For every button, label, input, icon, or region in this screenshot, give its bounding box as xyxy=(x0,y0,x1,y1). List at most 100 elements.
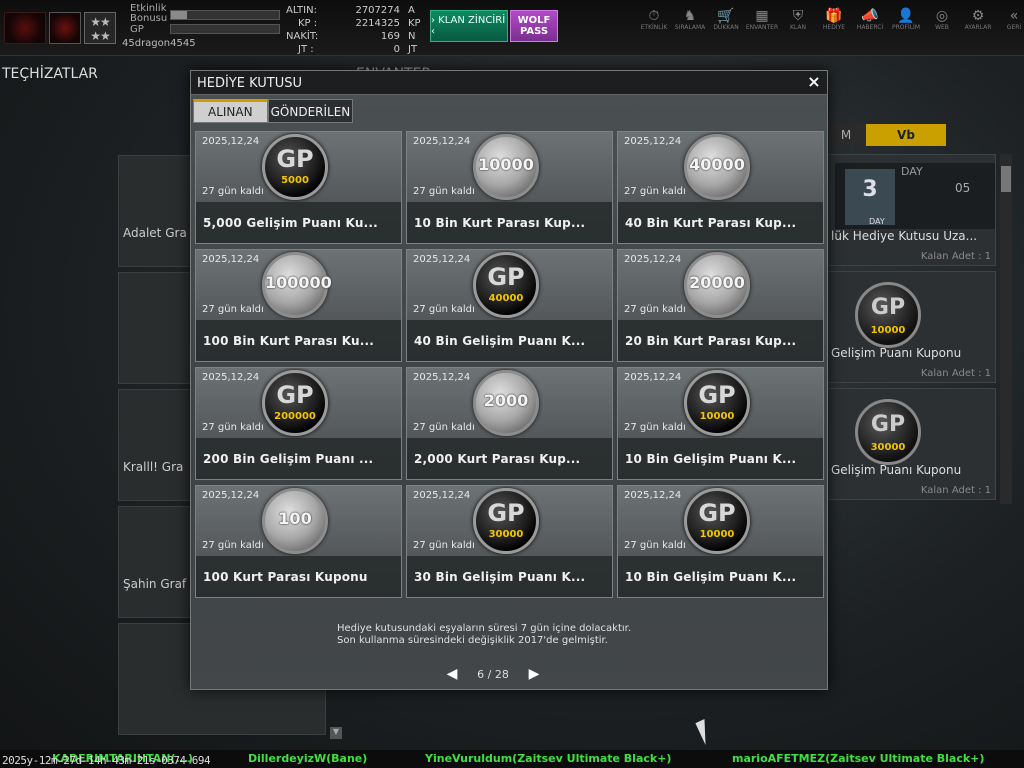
scroll-down-arrow[interactable]: ▼ xyxy=(330,727,342,739)
kp-coin-icon: 40000 xyxy=(684,134,750,200)
coin-amount: 100 xyxy=(278,509,312,528)
event-bonus-label: Etkinlik Bonusu xyxy=(130,3,168,24)
expiry-notice: Hediye kutusundaki eşyaların süresi 7 gü… xyxy=(337,623,631,647)
days-remaining: 27 gün kaldı xyxy=(202,186,264,197)
event-bonus-bar xyxy=(170,10,280,20)
close-icon[interactable]: × xyxy=(805,72,823,92)
scrollbar-thumb[interactable] xyxy=(1001,166,1011,192)
gift-item[interactable]: 20000 2025,12,24 27 gün kaldı 20 Bin Kurt P… xyxy=(617,249,824,362)
inventory-card[interactable]: GP 30000 Gelişim Puanı Kuponu Kalan Adet : … xyxy=(826,388,996,500)
gift-name: 100 Kurt Parası Kuponu xyxy=(196,556,401,597)
gift-date: 2025,12,24 xyxy=(202,254,260,265)
coin-amount: 100000 xyxy=(265,273,332,292)
game-logo xyxy=(4,12,46,44)
main-nav: ⏱ ETKİNLİK ♞ SIRALAMA 🛒 DÜKKAN ▦ ENVANTER ⛨ KLAN 🎁… xyxy=(636,8,1024,32)
gift-date: 2025,12,24 xyxy=(624,490,682,501)
gift-item[interactable]: GP 10000 2025,12,24 27 gün kaldı 10 Bin Geli… xyxy=(617,485,824,598)
nav-label: AYARLAR xyxy=(964,24,992,31)
inventory-tab-vb[interactable]: Vb xyxy=(866,124,946,146)
gift-date: 2025,12,24 xyxy=(413,372,471,383)
currency-unit: KP xyxy=(408,18,421,29)
gift-icon: 🎁 xyxy=(825,8,843,24)
gift-item[interactable]: GP 40000 2025,12,24 27 gün kaldı 40 Bin Geli… xyxy=(406,249,613,362)
gp-coin-icon: GP 10000 xyxy=(684,370,750,436)
rank-insignia: ★★ ★★ xyxy=(84,12,116,44)
coin-amount: 2000 xyxy=(483,391,529,410)
coin-amount: 30000 xyxy=(488,529,524,540)
klan-chain-button[interactable]: › KLAN ZİNCİRİ ‹ xyxy=(430,10,508,42)
nav-back[interactable]: «GERİ xyxy=(996,8,1024,32)
days-remaining: 27 gün kaldı xyxy=(202,540,264,551)
gp-coupon-icon: GP 10000 xyxy=(855,282,921,348)
clan-emblem[interactable] xyxy=(49,12,81,44)
kp-coin-icon: 100000 xyxy=(262,252,332,318)
gift-name: 100 Bin Kurt Parası Ku... xyxy=(196,320,401,361)
coin-amount: 10000 xyxy=(699,411,735,422)
nav-label: SIRALAMA xyxy=(674,24,706,31)
inventory-card[interactable]: 3 DAY DAY 05 lük Hediye Kutusu Uza... Kalan A… xyxy=(826,154,996,266)
next-page-button[interactable]: ▶ xyxy=(525,665,543,683)
currency-unit: JT xyxy=(408,44,418,55)
username: 45dragon4545 xyxy=(122,38,196,49)
gift-item[interactable]: 100000 2025,12,24 27 gün kaldı 100 Bin Kurt… xyxy=(195,249,402,362)
nav-gift[interactable]: 🎁 HEDİYE xyxy=(816,8,852,32)
inventory-item-name: Gelişim Puanı Kuponu xyxy=(831,346,962,360)
nav-shop[interactable]: 🛒 DÜKKAN xyxy=(708,8,744,32)
day-label: DAY xyxy=(901,165,923,178)
gift-item[interactable]: GP 30000 2025,12,24 27 gün kaldı 30 Bin Geli… xyxy=(406,485,613,598)
gift-item[interactable]: 40000 2025,12,24 27 gün kaldı 40 Bin Kurt P… xyxy=(617,131,824,244)
gift-item[interactable]: GP 5000 2025,12,24 27 gün kaldı 5,000 Gelişi… xyxy=(195,131,402,244)
gp-coin-icon: GP 200000 xyxy=(262,370,328,436)
nav-messenger[interactable]: 📣 HABERCİ xyxy=(852,8,888,32)
notice-line-1: Hediye kutusundaki eşyaların süresi 7 gü… xyxy=(337,623,632,634)
nav-web[interactable]: ◎ WEB xyxy=(924,8,960,32)
days-remaining: 27 gün kaldı xyxy=(413,304,475,315)
gp-label: GP xyxy=(130,24,144,35)
inventory-card[interactable]: GP 10000 Gelişim Puanı Kuponu Kalan Adet : … xyxy=(826,271,996,383)
gift-item[interactable]: GP 10000 2025,12,24 27 gün kaldı 10 Bin Geli… xyxy=(617,367,824,480)
gift-date: 2025,12,24 xyxy=(624,372,682,383)
gift-date: 2025,12,24 xyxy=(624,254,682,265)
gift-name: 2,000 Kurt Parası Kup... xyxy=(407,438,612,479)
nav-settings[interactable]: ⚙ AYARLAR xyxy=(960,8,996,32)
gift-name: 10 Bin Kurt Parası Kup... xyxy=(407,202,612,243)
nav-ranking[interactable]: ♞ SIRALAMA xyxy=(672,8,708,32)
modal-title: HEDİYE KUTUSU xyxy=(197,76,303,91)
inventory-tab-m[interactable]: M xyxy=(826,124,866,146)
nav-event[interactable]: ⏱ ETKİNLİK xyxy=(636,8,672,32)
gift-item[interactable]: GP 200000 2025,12,24 27 gün kaldı 200 Bin Ge… xyxy=(195,367,402,480)
coin-amount: 20000 xyxy=(689,273,745,292)
mouse-cursor xyxy=(695,719,715,745)
nav-clan[interactable]: ⛨ KLAN xyxy=(780,8,816,32)
nav-label: HABERCİ xyxy=(856,24,884,31)
gift-name: 20 Bin Kurt Parası Kup... xyxy=(618,320,823,361)
nav-inventory[interactable]: ▦ ENVANTER xyxy=(744,8,780,32)
currency-value: 0 xyxy=(393,44,400,55)
gift-item[interactable]: 10000 2025,12,24 27 gün kaldı 10 Bin Kurt P… xyxy=(406,131,613,244)
tab-sent[interactable]: GÖNDERİLEN xyxy=(267,99,354,123)
nav-label: GERİ xyxy=(1006,24,1022,31)
days-remaining: 27 gün kaldı xyxy=(202,422,264,433)
gp-coin-icon: GP 10000 xyxy=(684,488,750,554)
tab-received[interactable]: ALINAN xyxy=(193,99,268,123)
nav-label: ENVANTER xyxy=(745,24,779,31)
nav-profile[interactable]: 👤 PROFİLİM xyxy=(888,8,924,32)
page-indicator: 6 / 28 xyxy=(477,667,509,681)
equipment-card-label: Adalet Gra xyxy=(123,226,187,240)
inventory-item-name: lük Hediye Kutusu Uza... xyxy=(831,229,978,243)
timestamp: 2025y-12m-27d-14h-43m-21s-0374-694 xyxy=(2,754,211,767)
days-remaining: 27 gün kaldı xyxy=(413,540,475,551)
days-remaining: 27 gün kaldı xyxy=(624,540,686,551)
gift-name: 5,000 Gelişim Puanı Ku... xyxy=(196,202,401,243)
gift-item[interactable]: 2000 2025,12,24 27 gün kaldı 2,000 Kurt Par… xyxy=(406,367,613,480)
prev-page-button[interactable]: ◀ xyxy=(443,665,461,683)
currency-value: 2214325 xyxy=(355,18,400,29)
gift-name: 10 Bin Gelişim Puanı K... xyxy=(618,438,823,479)
wolf-pass-button[interactable]: WOLF PASS xyxy=(510,10,558,42)
currency-label: KP : xyxy=(298,18,318,29)
inventory-scrollbar[interactable] xyxy=(1000,154,1012,504)
kp-coin-icon: 100 xyxy=(262,488,328,554)
ranking-icon: ♞ xyxy=(683,8,697,24)
currency-label: JT : xyxy=(298,44,314,55)
gift-item[interactable]: 100 2025,12,24 27 gün kaldı 100 Kurt Parası… xyxy=(195,485,402,598)
